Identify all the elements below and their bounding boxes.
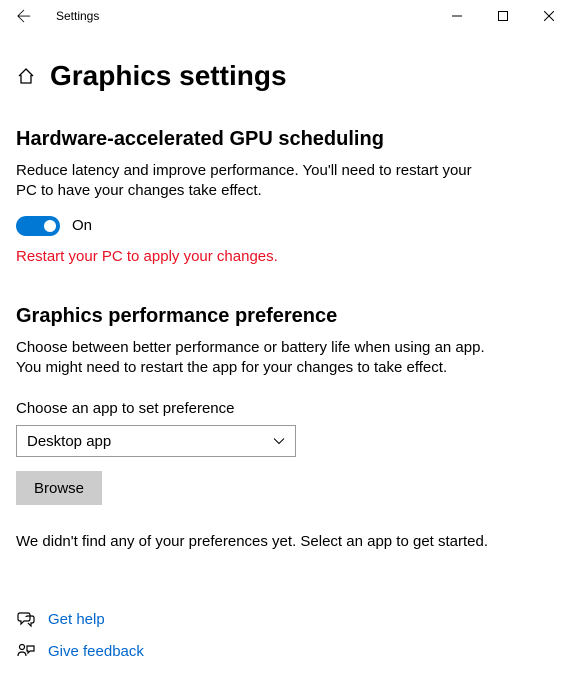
close-icon bbox=[544, 11, 554, 21]
restart-warning: Restart your PC to apply your changes. bbox=[16, 248, 556, 265]
chat-icon bbox=[16, 610, 36, 628]
give-feedback-row: Give feedback bbox=[16, 642, 556, 660]
toggle-row: On bbox=[16, 216, 556, 236]
dropdown-label: Choose an app to set preference bbox=[16, 400, 556, 417]
minimize-icon bbox=[452, 11, 462, 21]
toggle-knob bbox=[44, 220, 56, 232]
page-title: Graphics settings bbox=[50, 60, 287, 92]
close-button[interactable] bbox=[526, 0, 572, 32]
home-button[interactable] bbox=[16, 66, 36, 86]
browse-button-label: Browse bbox=[34, 480, 84, 497]
section-description: Reduce latency and improve performance. … bbox=[16, 161, 496, 202]
section-heading: Graphics performance preference bbox=[16, 305, 556, 328]
back-button[interactable] bbox=[8, 0, 40, 32]
app-type-dropdown[interactable]: Desktop app bbox=[16, 425, 296, 457]
section-heading: Hardware-accelerated GPU scheduling bbox=[16, 128, 556, 151]
page-header: Graphics settings bbox=[16, 60, 556, 92]
get-help-row: Get help bbox=[16, 610, 556, 628]
titlebar-label: Settings bbox=[56, 9, 99, 23]
feedback-icon bbox=[16, 642, 36, 660]
content-area: Graphics settings Hardware-accelerated G… bbox=[0, 32, 572, 660]
get-help-link[interactable]: Get help bbox=[48, 611, 105, 628]
section-description: Choose between better performance or bat… bbox=[16, 338, 496, 379]
maximize-icon bbox=[498, 11, 508, 21]
empty-preferences-message: We didn't find any of your preferences y… bbox=[16, 533, 556, 550]
arrow-left-icon bbox=[17, 9, 31, 23]
chevron-down-icon bbox=[273, 433, 285, 450]
titlebar: Settings bbox=[0, 0, 572, 32]
maximize-button[interactable] bbox=[480, 0, 526, 32]
window-controls bbox=[434, 0, 572, 32]
give-feedback-link[interactable]: Give feedback bbox=[48, 643, 144, 660]
section-gpu-scheduling: Hardware-accelerated GPU scheduling Redu… bbox=[16, 128, 556, 265]
toggle-state-label: On bbox=[72, 217, 92, 234]
home-icon bbox=[17, 67, 35, 85]
browse-button[interactable]: Browse bbox=[16, 471, 102, 505]
dropdown-value: Desktop app bbox=[27, 433, 111, 450]
gpu-scheduling-toggle[interactable] bbox=[16, 216, 60, 236]
minimize-button[interactable] bbox=[434, 0, 480, 32]
section-performance-preference: Graphics performance preference Choose b… bbox=[16, 305, 556, 551]
footer-links: Get help Give feedback bbox=[16, 610, 556, 660]
